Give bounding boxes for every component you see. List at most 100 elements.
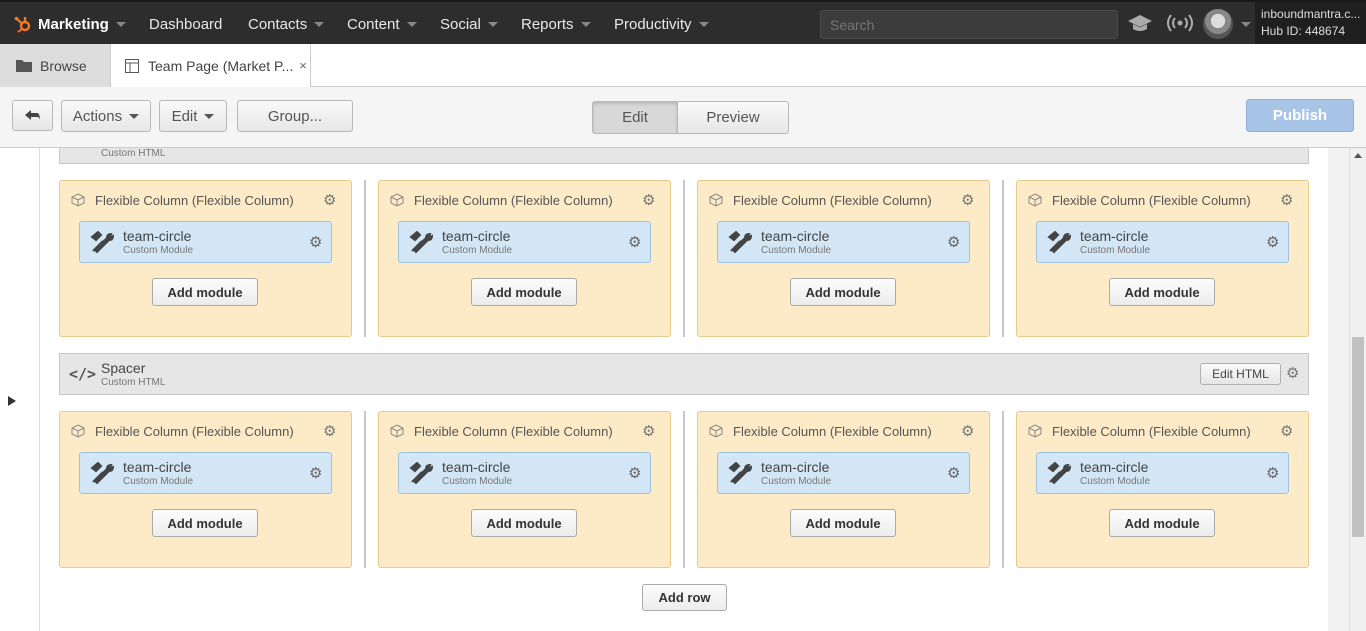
nav-reports-label: Reports [521, 15, 574, 33]
tools-icon [409, 231, 433, 254]
search-input[interactable] [820, 10, 1118, 39]
hub-id: Hub ID: 448674 [1261, 24, 1346, 38]
spacer-title: Spacer [101, 360, 146, 376]
add-module-button[interactable]: Add module [790, 278, 896, 306]
module-type: Custom Module [123, 476, 194, 487]
vertical-scrollbar[interactable] [1349, 148, 1366, 631]
tab-team-page[interactable]: Team Page (Market P... × [111, 44, 311, 87]
add-module-button[interactable]: Add module [790, 509, 896, 537]
tools-icon [1047, 231, 1071, 254]
brand-label: Marketing [38, 15, 109, 33]
flexible-column[interactable]: Flexible Column (Flexible Column) ⚙ team… [378, 411, 671, 568]
column-divider[interactable] [364, 180, 366, 337]
nav-contacts[interactable]: Contacts [248, 2, 325, 46]
module-team-circle[interactable]: team-circle Custom Module ⚙ [717, 221, 970, 263]
column-divider[interactable] [364, 411, 366, 568]
close-icon[interactable]: × [299, 58, 307, 73]
gear-icon[interactable]: ⚙ [1266, 235, 1279, 250]
gear-icon[interactable]: ⚙ [628, 466, 641, 481]
account-name: inboundmantra.c... [1261, 7, 1361, 21]
cube-icon [709, 424, 723, 438]
module-team-circle[interactable]: team-circle Custom Module ⚙ [79, 452, 332, 494]
publish-button[interactable]: Publish [1246, 99, 1354, 132]
chevron-down-icon[interactable] [1241, 22, 1251, 27]
group-button[interactable]: Group... [237, 100, 353, 132]
tab-browse[interactable]: Browse [0, 44, 111, 87]
column-divider[interactable] [683, 180, 685, 337]
gear-icon[interactable]: ⚙ [309, 235, 322, 250]
brand-menu[interactable]: Marketing [14, 2, 126, 46]
actions-button[interactable]: Actions [61, 100, 151, 132]
gear-icon[interactable]: ⚙ [961, 424, 974, 439]
gear-icon[interactable]: ⚙ [1286, 366, 1299, 381]
academy-cap-icon[interactable] [1127, 13, 1153, 33]
module-team-circle[interactable]: team-circle Custom Module ⚙ [398, 221, 651, 263]
mode-preview-toggle[interactable]: Preview [677, 101, 789, 134]
gear-icon[interactable]: ⚙ [1266, 466, 1279, 481]
add-module-button[interactable]: Add module [152, 278, 258, 306]
gear-icon[interactable]: ⚙ [961, 193, 974, 208]
broadcast-icon[interactable] [1167, 13, 1193, 33]
add-module-button[interactable]: Add module [471, 278, 577, 306]
gear-icon[interactable]: ⚙ [642, 424, 655, 439]
module-name: team-circle [1080, 459, 1149, 475]
account-info[interactable]: inboundmantra.c... Hub ID: 448674 [1255, 2, 1366, 46]
module-team-circle[interactable]: team-circle Custom Module ⚙ [398, 452, 651, 494]
tab-page-label: Team Page (Market P... [148, 57, 294, 74]
module-team-circle[interactable]: team-circle Custom Module ⚙ [1036, 452, 1289, 494]
gear-icon[interactable]: ⚙ [323, 193, 336, 208]
edit-html-button[interactable]: Edit HTML [1200, 363, 1281, 385]
expand-sidebar-icon[interactable] [8, 396, 16, 406]
nav-social[interactable]: Social [440, 2, 498, 46]
add-module-button[interactable]: Add module [1109, 509, 1215, 537]
nav-productivity[interactable]: Productivity [614, 2, 709, 46]
flexible-column[interactable]: Flexible Column (Flexible Column) ⚙ team… [59, 411, 352, 568]
column-divider[interactable] [1002, 411, 1004, 568]
column-title: Flexible Column (Flexible Column) [733, 193, 932, 208]
edit-menu-button[interactable]: Edit [159, 100, 227, 132]
back-button[interactable] [12, 100, 53, 131]
tools-icon [90, 231, 114, 254]
gear-icon[interactable]: ⚙ [309, 466, 322, 481]
gear-icon[interactable]: ⚙ [323, 424, 336, 439]
module-team-circle[interactable]: team-circle Custom Module ⚙ [79, 221, 332, 263]
group-label: Group... [267, 107, 323, 125]
flexible-column[interactable]: Flexible Column (Flexible Column) ⚙ team… [1016, 411, 1309, 568]
nav-reports[interactable]: Reports [521, 2, 591, 46]
module-name: team-circle [123, 228, 192, 244]
gear-icon[interactable]: ⚙ [947, 466, 960, 481]
spacer-row[interactable]: </> Spacer Custom HTML Edit HTML ⚙ [59, 353, 1309, 395]
column-divider[interactable] [683, 411, 685, 568]
flexible-column[interactable]: Flexible Column (Flexible Column) ⚙ team… [59, 180, 352, 337]
nav-productivity-label: Productivity [614, 15, 692, 33]
add-row-button[interactable]: Add row [642, 584, 727, 611]
custom-html-row-partial[interactable]: Custom HTML [59, 148, 1309, 164]
add-module-button[interactable]: Add module [152, 509, 258, 537]
add-module-button[interactable]: Add module [1109, 278, 1215, 306]
module-team-circle[interactable]: team-circle Custom Module ⚙ [1036, 221, 1289, 263]
module-type: Custom Module [761, 476, 832, 487]
scroll-up-icon[interactable] [1354, 153, 1362, 158]
flexible-column[interactable]: Flexible Column (Flexible Column) ⚙ team… [697, 180, 990, 337]
gear-icon[interactable]: ⚙ [628, 235, 641, 250]
nav-dashboard[interactable]: Dashboard [149, 2, 222, 46]
chevron-down-icon [204, 113, 215, 119]
flexible-column[interactable]: Flexible Column (Flexible Column) ⚙ team… [378, 180, 671, 337]
gear-icon[interactable]: ⚙ [1280, 424, 1293, 439]
avatar[interactable] [1203, 9, 1233, 39]
gear-icon[interactable]: ⚙ [1280, 193, 1293, 208]
tools-icon [409, 462, 433, 485]
add-module-button[interactable]: Add module [471, 509, 577, 537]
nav-content[interactable]: Content [347, 2, 417, 46]
gear-icon[interactable]: ⚙ [642, 193, 655, 208]
column-divider[interactable] [1002, 180, 1004, 337]
flexible-column[interactable]: Flexible Column (Flexible Column) ⚙ team… [1016, 180, 1309, 337]
module-team-circle[interactable]: team-circle Custom Module ⚙ [717, 452, 970, 494]
scrollbar-thumb[interactable] [1352, 337, 1364, 537]
flexible-column[interactable]: Flexible Column (Flexible Column) ⚙ team… [697, 411, 990, 568]
gear-icon[interactable]: ⚙ [947, 235, 960, 250]
mode-edit-toggle[interactable]: Edit [592, 101, 678, 134]
chevron-down-icon [406, 21, 417, 27]
edit-menu-label: Edit [171, 107, 198, 125]
cube-icon [71, 424, 85, 438]
